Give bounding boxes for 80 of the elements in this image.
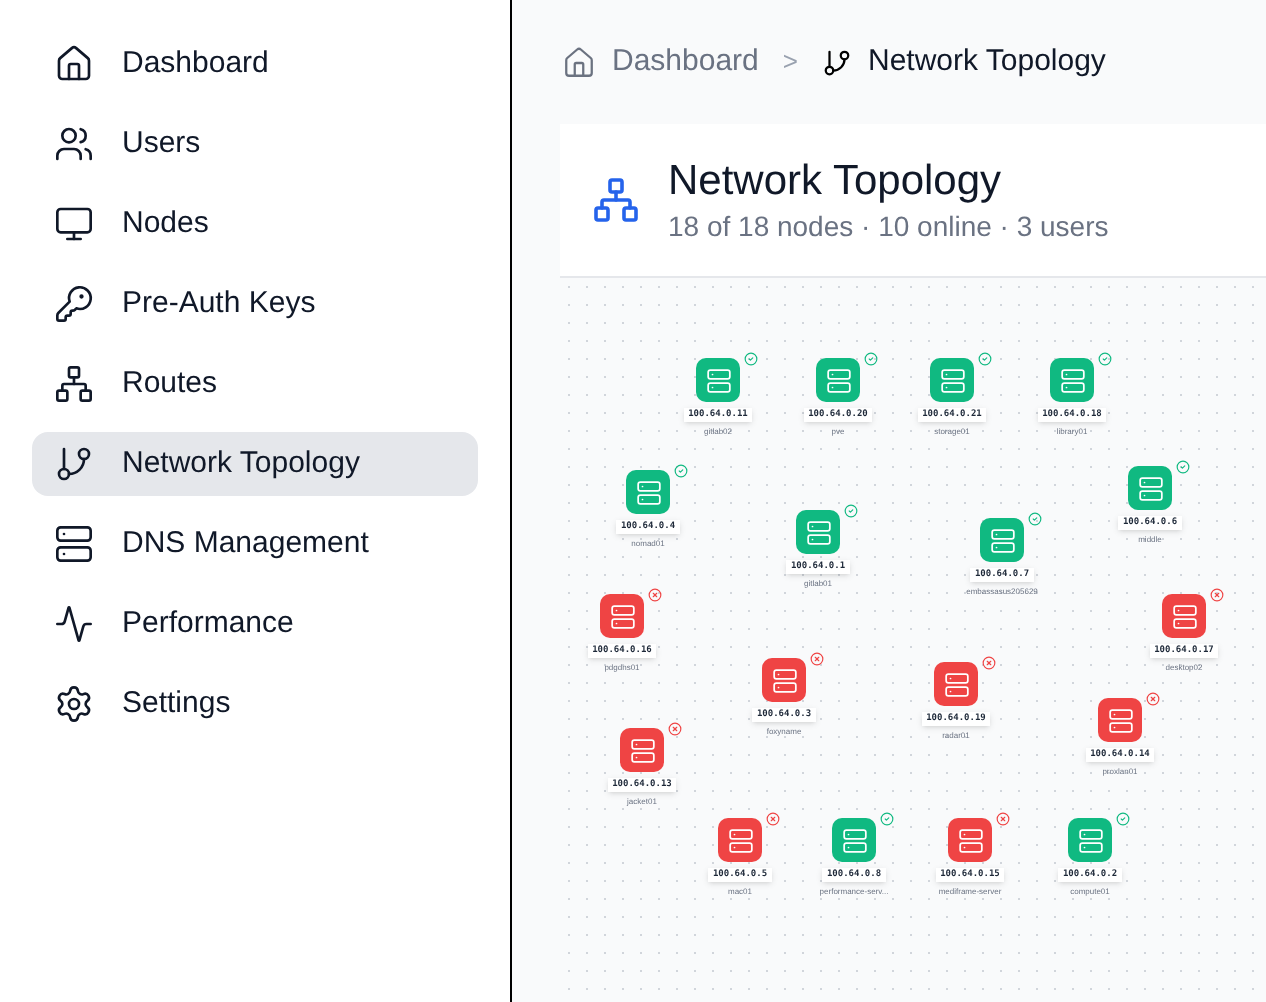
server-icon (705, 367, 731, 393)
server-icon (989, 527, 1015, 553)
sidebar-item[interactable]: Network Topology (32, 432, 478, 496)
sidebar-item[interactable]: Dashboard (32, 32, 478, 96)
server-icon (629, 737, 655, 763)
server-node[interactable] (980, 518, 1024, 562)
sidebar-item[interactable]: DNS Management (32, 512, 478, 576)
server-node[interactable] (796, 510, 840, 554)
server-icon (609, 603, 635, 629)
server-node[interactable] (816, 358, 860, 402)
server-node[interactable] (718, 818, 762, 862)
offline-icon (668, 722, 682, 736)
online-icon (880, 812, 894, 826)
offline-icon (1210, 588, 1224, 602)
online-icon (744, 352, 758, 366)
breadcrumb-link[interactable]: Dashboard (612, 39, 759, 85)
offline-icon (996, 812, 1010, 826)
online-icon (864, 352, 878, 366)
sidebar-item[interactable]: Routes (32, 352, 478, 416)
online-icon (1116, 812, 1130, 826)
offline-icon (1146, 692, 1160, 706)
network-icon (54, 364, 94, 404)
sidebar-item[interactable]: Nodes (32, 192, 478, 256)
online-icon (1028, 512, 1042, 526)
server-node[interactable] (620, 728, 664, 772)
server-node[interactable] (934, 662, 978, 706)
server-icon (943, 671, 969, 697)
offline-icon (810, 652, 824, 666)
server-icon (1059, 367, 1085, 393)
sidebar-item[interactable]: Settings (32, 672, 478, 736)
pulse-icon (54, 604, 94, 644)
branch-icon (821, 47, 852, 77)
online-icon (1098, 352, 1112, 366)
server-icon (54, 524, 94, 564)
page-subtitle: 18 of 18 nodes · 10 online · 3 users (668, 208, 1109, 244)
users-icon (54, 124, 94, 164)
home-icon (54, 44, 94, 84)
offline-icon (982, 656, 996, 670)
key-icon (54, 284, 94, 324)
network-icon (592, 176, 640, 224)
server-icon (1171, 603, 1197, 629)
online-icon (844, 504, 858, 518)
online-icon (1176, 460, 1190, 474)
server-node[interactable] (762, 658, 806, 702)
sidebar-item[interactable]: Pre-Auth Keys (32, 272, 478, 336)
online-icon (674, 464, 688, 478)
server-node[interactable] (1128, 466, 1172, 510)
server-node[interactable] (1162, 594, 1206, 638)
server-node[interactable] (696, 358, 740, 402)
page-title: Network Topology (668, 156, 1004, 208)
server-icon (727, 827, 753, 853)
server-node[interactable] (948, 818, 992, 862)
breadcrumb-separator: > (782, 44, 798, 81)
monitor-icon (54, 204, 94, 244)
server-icon (1107, 707, 1133, 733)
home-icon (562, 45, 596, 79)
server-node[interactable] (600, 594, 644, 638)
online-icon (978, 352, 992, 366)
branch-icon (54, 444, 94, 484)
offline-icon (648, 588, 662, 602)
server-icon (635, 479, 661, 505)
server-node[interactable] (832, 818, 876, 862)
server-node[interactable] (626, 470, 670, 514)
server-node[interactable] (930, 358, 974, 402)
server-node[interactable] (1098, 698, 1142, 742)
server-icon (939, 367, 965, 393)
server-icon (957, 827, 983, 853)
server-icon (771, 667, 797, 693)
server-node[interactable] (1068, 818, 1112, 862)
settings-icon (54, 684, 94, 724)
server-node[interactable] (1050, 358, 1094, 402)
server-icon (1137, 475, 1163, 501)
server-icon (1077, 827, 1103, 853)
breadcrumb-current: Network Topology (867, 41, 1106, 82)
server-icon (841, 827, 867, 853)
sidebar-item[interactable]: Performance (32, 592, 478, 656)
server-icon (825, 367, 851, 393)
offline-icon (766, 812, 780, 826)
server-icon (805, 519, 831, 545)
sidebar-item[interactable]: Users (32, 112, 478, 176)
